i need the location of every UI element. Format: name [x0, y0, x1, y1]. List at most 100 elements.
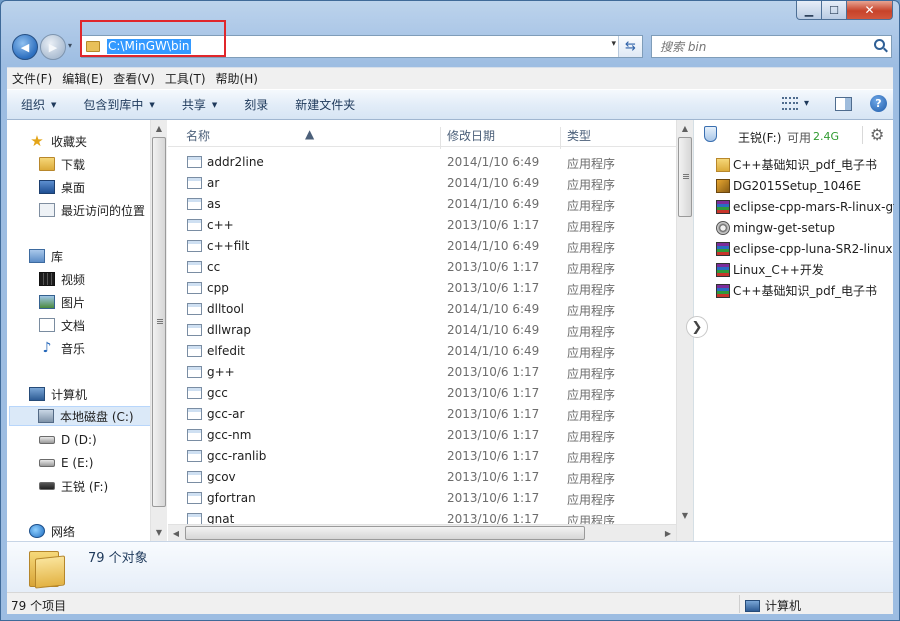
- file-name: gcc-ranlib: [207, 449, 267, 463]
- maximize-button[interactable]: ☐: [822, 1, 847, 20]
- address-dropdown-icon[interactable]: ▾: [611, 39, 616, 49]
- application-icon: [187, 282, 202, 294]
- scroll-up-icon[interactable]: ▲: [151, 120, 167, 136]
- file-name: ar: [207, 176, 220, 190]
- scrollbar-thumb[interactable]: [152, 137, 166, 507]
- application-icon: [187, 303, 202, 315]
- table-row[interactable]: dlltool 2014/1/10 6:49 应用程序: [168, 299, 676, 320]
- table-row[interactable]: gcov 2013/10/6 1:17 应用程序: [168, 467, 676, 488]
- nav-drive-f[interactable]: 王锐 (F:): [39, 476, 108, 496]
- burn-button[interactable]: 刻录: [230, 96, 281, 113]
- column-header: ▲ 名称 修改日期 类型: [168, 120, 676, 149]
- preview-list-item[interactable]: eclipse-cpp-mars-R-linux-gtk: [716, 196, 894, 217]
- search-box[interactable]: [651, 35, 892, 58]
- new-folder-button[interactable]: 新建文件夹: [281, 96, 368, 113]
- nav-recent-places[interactable]: 最近访问的位置: [39, 200, 145, 220]
- column-type-header[interactable]: 类型: [567, 127, 591, 144]
- nav-videos[interactable]: 视频: [39, 269, 85, 289]
- nav-drive-c[interactable]: 本地磁盘 (C:): [9, 406, 152, 426]
- change-view-icon[interactable]: [781, 97, 798, 110]
- search-icon[interactable]: [874, 39, 885, 50]
- nav-pictures[interactable]: 图片: [39, 292, 85, 312]
- preview-list-item[interactable]: eclipse-cpp-luna-SR2-linux: [716, 238, 894, 259]
- table-row[interactable]: cpp 2013/10/6 1:17 应用程序: [168, 278, 676, 299]
- preview-divider: [862, 126, 863, 144]
- menu-tools[interactable]: 工具(T): [160, 70, 211, 87]
- search-input[interactable]: [660, 39, 860, 54]
- scroll-down-icon[interactable]: ▼: [151, 524, 167, 540]
- share-button[interactable]: 共享 ▼: [168, 96, 230, 113]
- nav-documents[interactable]: 文档: [39, 315, 85, 335]
- table-row[interactable]: gcc-ranlib 2013/10/6 1:17 应用程序: [168, 446, 676, 467]
- table-row[interactable]: ar 2014/1/10 6:49 应用程序: [168, 173, 676, 194]
- table-row[interactable]: gcc 2013/10/6 1:17 应用程序: [168, 383, 676, 404]
- navpane-scrollbar[interactable]: ▲ ▼: [150, 120, 167, 541]
- item-count: 79 个项目: [11, 599, 67, 613]
- command-bar: 组织 ▼ 包含到库中 ▼ 共享 ▼ 刻录 新建文件夹 ▾ ?: [7, 89, 893, 120]
- horizontal-scrollbar-thumb[interactable]: [185, 526, 585, 540]
- menu-file[interactable]: 文件(F): [7, 70, 57, 87]
- table-row[interactable]: gfortran 2013/10/6 1:17 应用程序: [168, 488, 676, 509]
- minimize-button[interactable]: ▁: [796, 1, 822, 20]
- status-location: 计算机: [745, 597, 801, 614]
- table-row[interactable]: elfedit 2014/1/10 6:49 应用程序: [168, 341, 676, 362]
- nav-drive-e[interactable]: E (E:): [39, 453, 93, 473]
- nav-downloads[interactable]: 下载: [39, 154, 85, 174]
- object-count: 79 个对象: [88, 551, 148, 566]
- recent-pages-dropdown[interactable]: ▾: [68, 41, 72, 50]
- table-row[interactable]: c++filt 2014/1/10 6:49 应用程序: [168, 236, 676, 257]
- view-options-dropdown[interactable]: ▾: [804, 98, 809, 109]
- preview-list-item[interactable]: Linux_C++开发: [716, 259, 894, 280]
- table-row[interactable]: addr2line 2014/1/10 6:49 应用程序: [168, 152, 676, 173]
- forward-button[interactable]: ▶: [40, 34, 66, 60]
- scrollbar-thumb[interactable]: [678, 137, 692, 217]
- nav-network[interactable]: 网络: [29, 521, 75, 541]
- column-name-header[interactable]: 名称: [186, 127, 210, 144]
- help-icon[interactable]: ?: [870, 95, 887, 112]
- preview-list-item[interactable]: C++基础知识_pdf_电子书: [716, 154, 894, 175]
- scroll-right-icon[interactable]: ▶: [660, 525, 676, 541]
- nav-computer[interactable]: 计算机: [29, 384, 87, 404]
- refresh-button[interactable]: ⇆: [618, 36, 642, 57]
- back-button[interactable]: ◀: [12, 34, 38, 60]
- preview-list-item[interactable]: C++基础知识_pdf_电子书: [716, 280, 894, 301]
- menu-help[interactable]: 帮助(H): [211, 70, 263, 87]
- scroll-up-icon[interactable]: ▲: [677, 120, 693, 136]
- table-row[interactable]: c++ 2013/10/6 1:17 应用程序: [168, 215, 676, 236]
- table-row[interactable]: gcc-nm 2013/10/6 1:17 应用程序: [168, 425, 676, 446]
- scroll-left-icon[interactable]: ◀: [168, 525, 184, 541]
- nav-music[interactable]: ♪ 音乐: [39, 338, 85, 358]
- horizontal-scrollbar[interactable]: ◀ ▶: [168, 524, 676, 541]
- table-row[interactable]: gcc-ar 2013/10/6 1:17 应用程序: [168, 404, 676, 425]
- file-date: 2013/10/6 1:17: [447, 365, 540, 379]
- nav-libraries[interactable]: 库: [29, 246, 63, 266]
- table-row[interactable]: cc 2013/10/6 1:17 应用程序: [168, 257, 676, 278]
- expand-pane-button[interactable]: ❯: [686, 316, 708, 338]
- nav-drive-d[interactable]: D (D:): [39, 430, 97, 450]
- navigation-pane: ★ 收藏夹 下载 桌面 最近访问的位置 库 视频 图片 文档 ♪ 音乐 计算机 本地…: [7, 120, 167, 541]
- column-divider[interactable]: [560, 127, 561, 149]
- preview-list-item[interactable]: DG2015Setup_1046E: [716, 175, 894, 196]
- nav-desktop[interactable]: 桌面: [39, 177, 85, 197]
- column-date-header[interactable]: 修改日期: [447, 127, 495, 144]
- menu-edit[interactable]: 编辑(E): [57, 70, 108, 87]
- table-row[interactable]: as 2014/1/10 6:49 应用程序: [168, 194, 676, 215]
- gear-icon[interactable]: ⚙: [870, 125, 884, 144]
- file-type: 应用程序: [567, 304, 616, 318]
- preview-list-item[interactable]: mingw-get-setup: [716, 217, 894, 238]
- column-divider[interactable]: [440, 127, 441, 149]
- rar-icon: [716, 199, 730, 214]
- close-button[interactable]: ✕: [847, 1, 893, 20]
- grip-line: [683, 178, 689, 179]
- table-row[interactable]: g++ 2013/10/6 1:17 应用程序: [168, 362, 676, 383]
- menu-view[interactable]: 查看(V): [108, 70, 160, 87]
- nav-favorites[interactable]: ★ 收藏夹: [29, 131, 87, 151]
- preview-pane-toggle-icon[interactable]: [835, 96, 852, 111]
- scroll-down-icon[interactable]: ▼: [677, 507, 693, 523]
- nav-favorites-label: 收藏夹: [51, 134, 88, 149]
- organize-button[interactable]: 组织 ▼: [7, 96, 69, 113]
- include-in-library-button[interactable]: 包含到库中 ▼: [69, 96, 167, 113]
- preview-item-name: eclipse-cpp-mars-R-linux-gtk: [733, 199, 894, 214]
- table-row[interactable]: dllwrap 2014/1/10 6:49 应用程序: [168, 320, 676, 341]
- file-date: 2013/10/6 1:17: [447, 470, 540, 484]
